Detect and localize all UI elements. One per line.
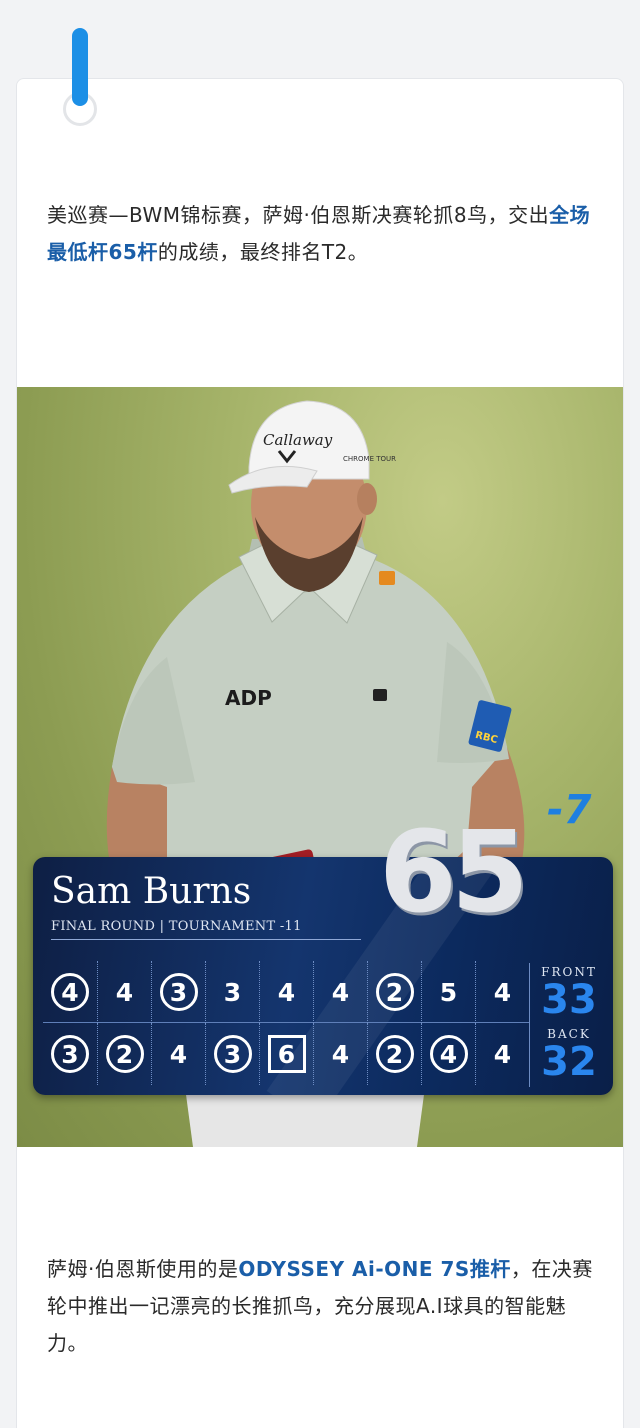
front-hole-8-score: 5: [439, 977, 458, 1007]
subline-divider: [51, 939, 361, 940]
back-hole-5: 6: [259, 1023, 313, 1085]
front-hole-3: 3: [151, 961, 205, 1023]
back-hole-7-score: 2: [375, 1035, 414, 1073]
back-hole-7: 2: [367, 1023, 421, 1085]
back-hole-6-score: 4: [331, 1039, 350, 1069]
front-hole-6-score: 4: [331, 977, 350, 1007]
back-hole-8-score: 4: [429, 1035, 468, 1073]
front-hole-6: 4: [313, 961, 367, 1023]
front-hole-1-score: 4: [51, 973, 89, 1011]
back-hole-9: 4: [475, 1023, 529, 1085]
back-hole-3: 4: [151, 1023, 205, 1085]
back-hole-1: 3: [43, 1023, 97, 1085]
totals-divider: [529, 963, 530, 1087]
intro-paragraph: 美巡赛—BWM锦标赛，萨姆·伯恩斯决赛轮抓8鸟，交出全场最低杆65杆的成绩，最终…: [47, 197, 597, 271]
outro-text-pre: 萨姆·伯恩斯使用的是: [47, 1257, 239, 1281]
hole-grid: 443344254 324364244: [43, 961, 529, 1085]
back-hole-6: 4: [313, 1023, 367, 1085]
front-hole-7-score: 2: [375, 973, 414, 1011]
front-hole-4-score: 3: [223, 977, 242, 1007]
back-hole-3-score: 4: [169, 1039, 188, 1069]
back-hole-2: 2: [97, 1023, 151, 1085]
back-total-block: BACK 32: [533, 1027, 605, 1083]
scorecard-graphic: Sam Burns FINAL ROUND | TOURNAMENT -11 4…: [33, 857, 613, 1095]
front-hole-1: 4: [43, 961, 97, 1023]
back-total-value: 32: [541, 1039, 597, 1085]
bookmark-pin-icon: [72, 28, 88, 106]
front-hole-4: 3: [205, 961, 259, 1023]
front-hole-7: 2: [367, 961, 421, 1023]
front-total-block: FRONT 33: [533, 965, 605, 1021]
player-photo: Callaway CHROME TOUR RC ADP: [17, 387, 623, 1147]
front-total-value: 33: [541, 977, 597, 1023]
player-name: Sam Burns: [51, 871, 252, 912]
round-subline: FINAL ROUND | TOURNAMENT -11: [51, 919, 302, 934]
back-hole-5-score: 6: [267, 1035, 306, 1073]
back-hole-2-score: 2: [105, 1035, 144, 1073]
article-card: 美巡赛—BWM锦标赛，萨姆·伯恩斯决赛轮抓8鸟，交出全场最低杆65杆的成绩，最终…: [16, 78, 624, 1428]
back-nine-row: 324364244: [43, 1023, 529, 1085]
shirt-logo-text: ADP: [225, 686, 272, 710]
article-page: 美巡赛—BWM锦标赛，萨姆·伯恩斯决赛轮抓8鸟，交出全场最低杆65杆的成绩，最终…: [0, 0, 640, 1428]
front-hole-2: 4: [97, 961, 151, 1023]
intro-text-pre: 美巡赛—BWM锦标赛，萨姆·伯恩斯决赛轮抓8鸟，交出: [47, 203, 550, 227]
front-hole-2-score: 4: [115, 977, 134, 1007]
back-hole-1-score: 3: [51, 1035, 89, 1073]
back-hole-4: 3: [205, 1023, 259, 1085]
cap-logo-text: Callaway: [263, 431, 333, 449]
front-hole-9: 4: [475, 961, 529, 1023]
back-hole-9-score: 4: [493, 1039, 512, 1069]
back-hole-4-score: 3: [213, 1035, 252, 1073]
front-hole-9-score: 4: [493, 977, 512, 1007]
front-hole-3-score: 3: [159, 973, 198, 1011]
intro-text-post: 的成绩，最终排名T2。: [157, 240, 369, 264]
cap-side-text: CHROME TOUR: [343, 455, 396, 463]
front-nine-row: 443344254: [43, 961, 529, 1023]
outro-paragraph: 萨姆·伯恩斯使用的是ODYSSEY Ai-ONE 7S推杆，在决赛轮中推出一记漂…: [47, 1251, 597, 1362]
front-hole-5: 4: [259, 961, 313, 1023]
back-hole-8: 4: [421, 1023, 475, 1085]
front-hole-8: 5: [421, 961, 475, 1023]
outro-highlight: ODYSSEY Ai-ONE 7S推杆: [238, 1257, 511, 1281]
front-hole-5-score: 4: [277, 977, 296, 1007]
